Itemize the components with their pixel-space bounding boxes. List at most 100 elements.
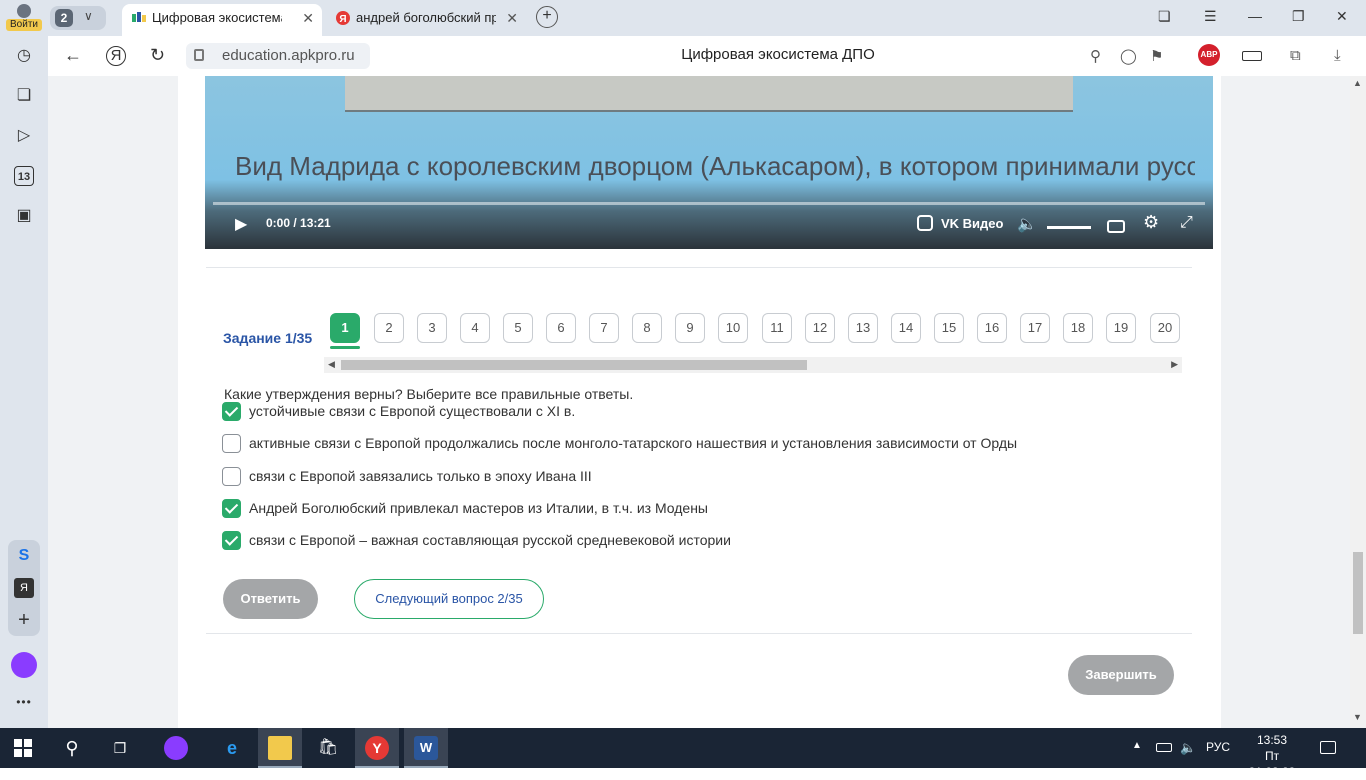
scrollbar-thumb[interactable]	[341, 360, 807, 370]
question-nav-3[interactable]: 3	[417, 313, 447, 343]
settings-gear-icon[interactable]: ⚙	[1143, 212, 1159, 233]
profile-button[interactable]: Войти	[6, 3, 42, 33]
alice-assistant-icon[interactable]	[11, 652, 37, 678]
question-nav-11[interactable]: 11	[762, 313, 792, 343]
question-nav-9[interactable]: 9	[675, 313, 705, 343]
volume-icon[interactable]: 🔈	[1017, 214, 1037, 234]
page-viewport: Вид Мадрида с королевским дворцом (Алька…	[48, 76, 1366, 728]
more-icon[interactable]: •••	[14, 692, 34, 712]
volume-slider[interactable]	[1047, 226, 1091, 229]
app-ya-icon[interactable]: Я	[14, 578, 34, 598]
extensions-icon[interactable]: ⧉	[1290, 47, 1301, 64]
back-icon[interactable]: ←	[64, 45, 82, 66]
history-icon[interactable]: ◷	[14, 46, 34, 66]
collections-icon[interactable]: ❏	[14, 86, 34, 106]
question-nav-15[interactable]: 15	[934, 313, 964, 343]
question-nav-16[interactable]: 16	[977, 313, 1007, 343]
question-nav-18[interactable]: 18	[1063, 313, 1093, 343]
download-icon[interactable]: ⤓	[1334, 47, 1341, 64]
tab-active[interactable]: Цифровая экосистема ДПО ✕	[122, 4, 322, 36]
answer-button[interactable]: Ответить	[223, 579, 318, 619]
finish-button[interactable]: Завершить	[1068, 655, 1174, 695]
battery-icon[interactable]	[1242, 51, 1262, 61]
restore-icon[interactable]: ❐	[1292, 8, 1305, 25]
adblock-icon[interactable]: ABP	[1198, 44, 1220, 66]
question-nav-10[interactable]: 10	[718, 313, 748, 343]
bookmark-icon[interactable]: ⚑	[1150, 47, 1163, 65]
checkbox-checked[interactable]	[222, 402, 241, 421]
store-icon[interactable]: 🛍	[316, 736, 340, 760]
question-nav-20[interactable]: 20	[1150, 313, 1180, 343]
volume-tray-icon[interactable]: 🔈	[1180, 740, 1196, 756]
question-nav-12[interactable]: 12	[805, 313, 835, 343]
calendar-icon[interactable]: 13	[14, 166, 34, 186]
page-scrollbar-thumb[interactable]	[1353, 552, 1363, 634]
scroll-down-icon[interactable]: ▼	[1353, 712, 1362, 722]
search-icon[interactable]: ⚲	[60, 736, 84, 760]
edge-icon[interactable]: e	[220, 736, 244, 760]
tab-search[interactable]: Я андрей боголюбский привлекал мастеров …	[326, 4, 526, 36]
video-icon[interactable]: ▷	[14, 126, 34, 146]
notifications-icon[interactable]	[1320, 741, 1336, 754]
question-nav-19[interactable]: 19	[1106, 313, 1136, 343]
close-window-icon[interactable]: ✕	[1336, 8, 1348, 25]
close-tab-icon[interactable]: ✕	[302, 4, 314, 32]
battery-tray-icon[interactable]	[1156, 743, 1172, 752]
add-app-icon[interactable]: +	[14, 610, 34, 630]
url-field[interactable]: education.apkpro.ru	[186, 43, 370, 69]
sidebar-apps-group: S Я +	[8, 540, 40, 636]
question-nav-scrollbar[interactable]: ◀ ▶	[324, 357, 1182, 373]
question-nav-13[interactable]: 13	[848, 313, 878, 343]
question-nav-1[interactable]: 1	[330, 313, 360, 343]
divider	[206, 267, 1192, 268]
tab-group-button[interactable]: 2 ∨	[50, 6, 106, 30]
yandex-home-icon[interactable]: Я	[106, 46, 126, 66]
protect-icon[interactable]: ◯	[1120, 47, 1137, 65]
close-tab-icon[interactable]: ✕	[506, 4, 518, 32]
checkbox[interactable]	[222, 467, 241, 486]
question-nav-17[interactable]: 17	[1020, 313, 1050, 343]
word-icon[interactable]: W	[414, 736, 438, 760]
scroll-right-icon[interactable]: ▶	[1171, 359, 1178, 370]
question-nav-4[interactable]: 4	[460, 313, 490, 343]
menu-icon[interactable]: ☰	[1204, 8, 1217, 25]
yandex-browser-icon[interactable]: Y	[365, 736, 389, 760]
question-nav-5[interactable]: 5	[503, 313, 533, 343]
question-nav-8[interactable]: 8	[632, 313, 662, 343]
app-s-icon[interactable]: S	[14, 546, 34, 566]
video-progress-bar[interactable]	[213, 202, 1205, 205]
subtitles-icon[interactable]	[1107, 220, 1125, 233]
address-bar: ← Я ↻ education.apkpro.ru Цифровая экоси…	[48, 36, 1366, 76]
file-explorer-icon[interactable]	[268, 736, 292, 760]
video-frame-image	[345, 76, 1073, 112]
video-player[interactable]: Вид Мадрида с королевским дворцом (Алька…	[205, 76, 1213, 249]
screenshot-icon[interactable]: ▣	[14, 206, 34, 226]
lock-icon[interactable]	[194, 49, 204, 61]
tab-count: 2	[55, 9, 73, 27]
checkbox-checked[interactable]	[222, 531, 241, 550]
checkbox-checked[interactable]	[222, 499, 241, 518]
task-view-icon[interactable]: ❐	[108, 736, 132, 760]
play-icon[interactable]: ▶	[235, 214, 247, 234]
page-scrollbar[interactable]: ▲ ▼	[1350, 76, 1366, 728]
question-nav-7[interactable]: 7	[589, 313, 619, 343]
question-nav-2[interactable]: 2	[374, 313, 404, 343]
minimize-icon[interactable]: —	[1248, 8, 1262, 24]
scroll-up-icon[interactable]: ▲	[1353, 78, 1362, 88]
reload-icon[interactable]: ↻	[150, 45, 165, 66]
question-nav-14[interactable]: 14	[891, 313, 921, 343]
question-nav-6[interactable]: 6	[546, 313, 576, 343]
alice-icon[interactable]	[164, 736, 188, 760]
scroll-left-icon[interactable]: ◀	[328, 359, 335, 370]
windows-start-icon[interactable]	[14, 739, 32, 757]
fullscreen-icon[interactable]: ⤢	[1180, 214, 1193, 232]
clock[interactable]: 13:53 Пт 31.03.23	[1240, 732, 1304, 780]
bookmarks-panel-icon[interactable]: ❏	[1158, 8, 1171, 25]
search-icon[interactable]: ⚲	[1090, 47, 1101, 65]
video-caption: Вид Мадрида с королевским дворцом (Алька…	[235, 151, 1195, 181]
tray-chevron-up-icon[interactable]: ▲	[1132, 740, 1142, 751]
new-tab-button[interactable]: +	[536, 6, 558, 28]
next-question-button[interactable]: Следующий вопрос 2/35	[354, 579, 544, 619]
checkbox[interactable]	[222, 434, 241, 453]
language-indicator[interactable]: РУС	[1206, 740, 1230, 754]
